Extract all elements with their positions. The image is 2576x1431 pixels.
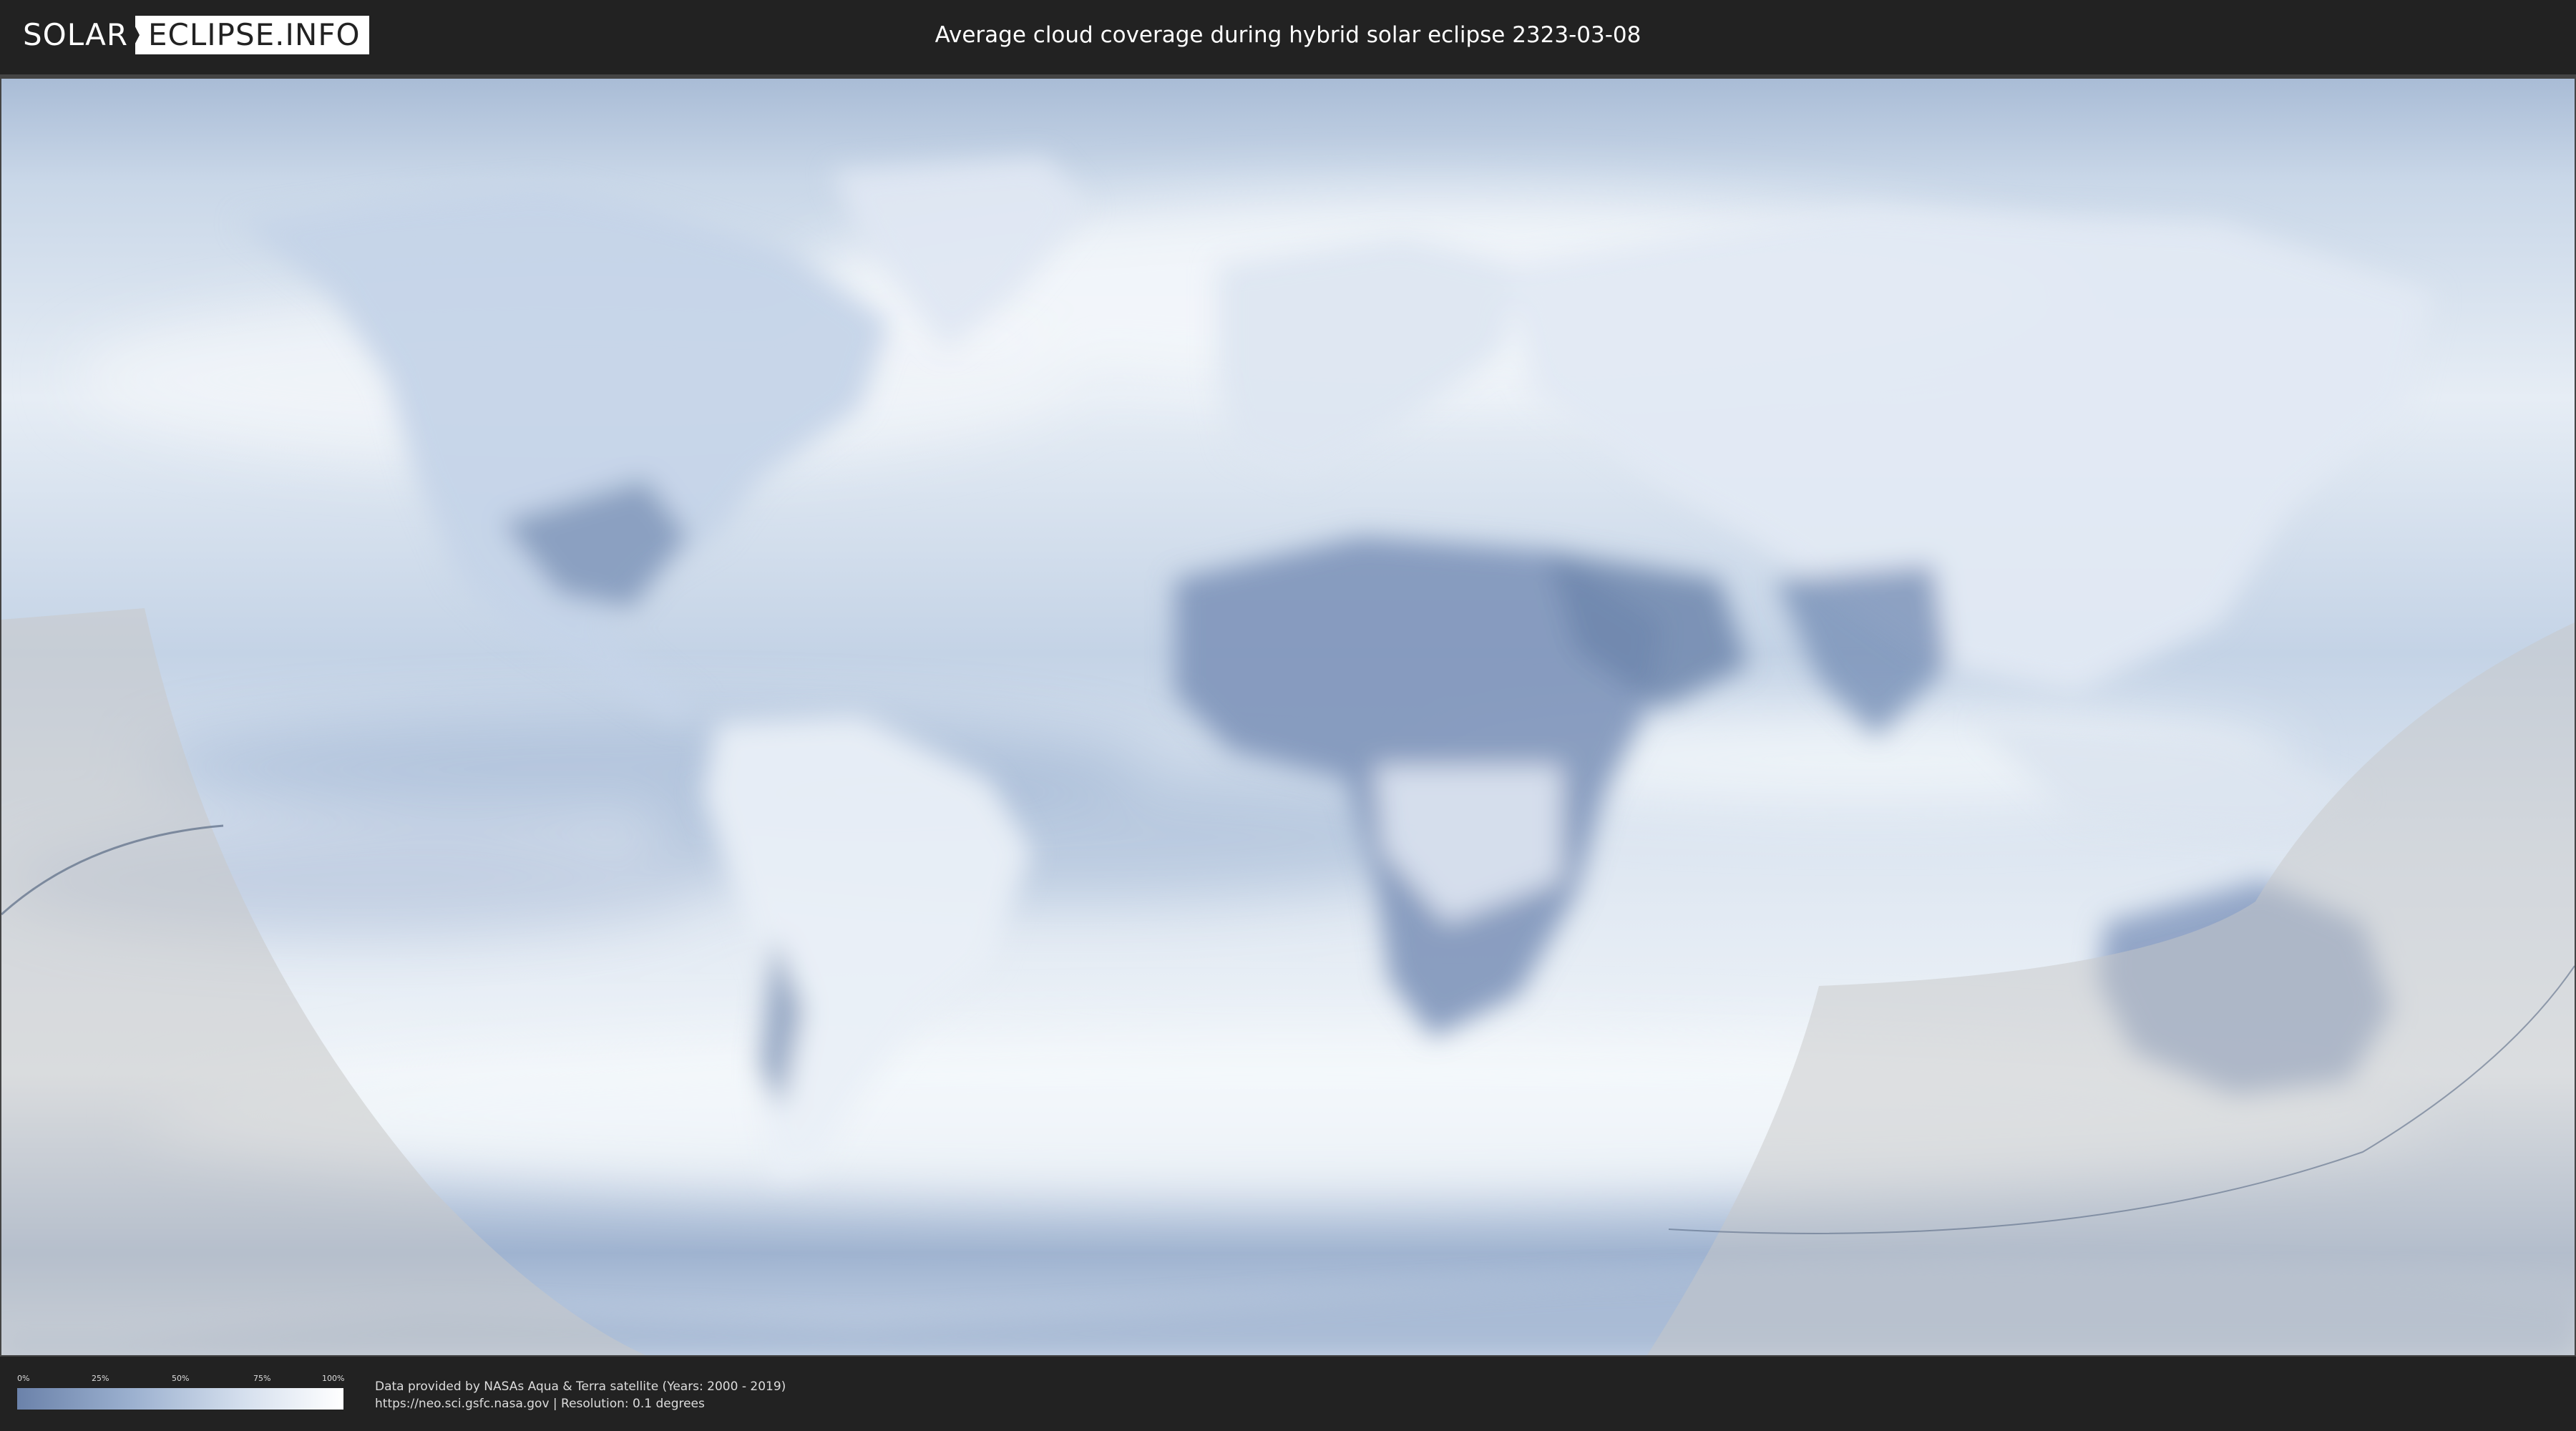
legend-gradient-bar: [17, 1388, 343, 1410]
legend-ticks: 0% 25% 50% 75% 100%: [17, 1374, 345, 1385]
header-bar: SOLAR ECLIPSE.INFO Average cloud coverag…: [0, 0, 2576, 72]
legend-tick-25: 25%: [92, 1374, 109, 1383]
footer-bar: 0% 25% 50% 75% 100% Data provided by NAS…: [0, 1357, 2576, 1431]
map-svg: [1, 79, 2575, 1355]
page-title: Average cloud coverage during hybrid sol…: [935, 22, 1641, 48]
cloud-coverage-legend: 0% 25% 50% 75% 100%: [17, 1374, 345, 1411]
legend-tick-50: 50%: [172, 1374, 190, 1383]
legend-tick-100: 100%: [322, 1374, 345, 1383]
map-frame: [0, 74, 2576, 1357]
credit-line-url[interactable]: https://neo.sci.gsfc.nasa.gov | Resoluti…: [375, 1395, 786, 1412]
legend-tick-75: 75%: [253, 1374, 271, 1383]
credit-line-source: Data provided by NASAs Aqua & Terra sate…: [375, 1379, 786, 1394]
data-credits: Data provided by NASAs Aqua & Terra sate…: [375, 1378, 786, 1412]
page-root: SOLAR ECLIPSE.INFO Average cloud coverag…: [0, 0, 2576, 1431]
legend-tick-0: 0%: [17, 1374, 30, 1383]
cloud-coverage-map: [1, 79, 2575, 1355]
